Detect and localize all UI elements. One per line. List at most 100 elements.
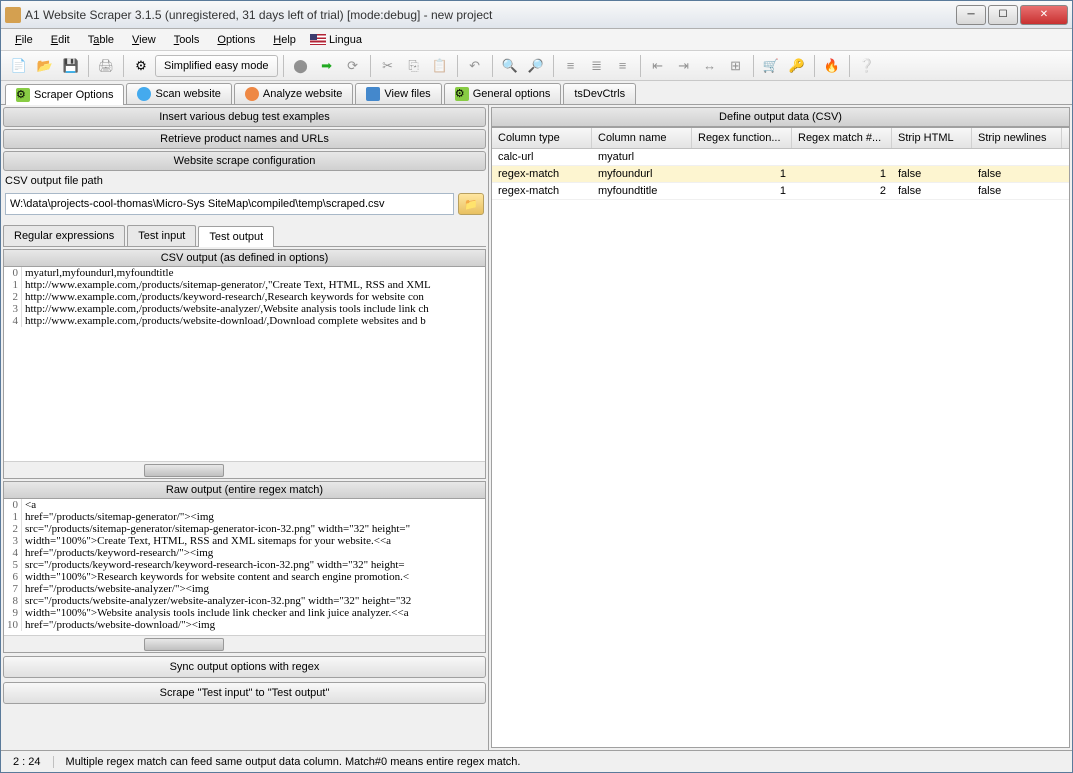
- flag-icon: [310, 34, 326, 45]
- copy-icon[interactable]: ⎘: [402, 54, 426, 78]
- list-item[interactable]: 0<a: [4, 499, 485, 511]
- app-window: A1 Website Scraper 3.1.5 (unregistered, …: [0, 0, 1073, 773]
- minimize-button[interactable]: ─: [956, 5, 986, 25]
- menu-file[interactable]: File: [7, 32, 41, 48]
- tab-view-files[interactable]: View files: [355, 83, 441, 104]
- simplified-mode-button[interactable]: Simplified easy mode: [155, 55, 278, 77]
- list-item[interactable]: 10href="/products/website-download/"><im…: [4, 619, 485, 631]
- list-item[interactable]: 1http://www.example.com,/products/sitema…: [4, 279, 485, 291]
- toolbar-main: 📄 📂 💾 🖨 ⚙ Simplified easy mode ⬤ ➡ ⟳ ✂ ⎘…: [1, 51, 1072, 81]
- tab-general-options[interactable]: ⚙General options: [444, 83, 562, 104]
- tab-scraper-options[interactable]: ⚙Scraper Options: [5, 84, 124, 105]
- cell-strip: [892, 149, 972, 165]
- table-row[interactable]: regex-matchmyfoundtitle12falsefalse: [492, 183, 1069, 200]
- tab-scan-website[interactable]: Scan website: [126, 83, 231, 104]
- cell-newl: false: [972, 166, 1062, 182]
- right-pane: Define output data (CSV) Column type Col…: [489, 105, 1072, 750]
- csv-output-list[interactable]: 0myaturl,myfoundurl,myfoundtitle1http://…: [4, 267, 485, 461]
- indent-icon[interactable]: ⇤: [646, 54, 670, 78]
- undo-icon[interactable]: ↶: [463, 54, 487, 78]
- menu-tools[interactable]: Tools: [166, 32, 208, 48]
- raw-output-list[interactable]: 0<a1href="/products/sitemap-generator/">…: [4, 499, 485, 635]
- menu-table[interactable]: Table: [80, 32, 122, 48]
- cell-name: myfoundtitle: [592, 183, 692, 199]
- list-item[interactable]: 1href="/products/sitemap-generator/"><im…: [4, 511, 485, 523]
- key-icon[interactable]: 🔑: [785, 54, 809, 78]
- record-icon[interactable]: ⬤: [289, 54, 313, 78]
- height-icon[interactable]: ⊞: [724, 54, 748, 78]
- list-item[interactable]: 3width="100%">Create Text, HTML, RSS and…: [4, 535, 485, 547]
- col-name[interactable]: Column name: [592, 128, 692, 148]
- line-text: http://www.example.com,/products/website…: [22, 315, 429, 327]
- menu-help[interactable]: Help: [265, 32, 304, 48]
- grid-body[interactable]: calc-urlmyaturlregex-matchmyfoundurl11fa…: [492, 149, 1069, 747]
- refresh-icon[interactable]: ⟳: [341, 54, 365, 78]
- menu-options[interactable]: Options: [209, 32, 263, 48]
- col-type[interactable]: Column type: [492, 128, 592, 148]
- col-regex-fn[interactable]: Regex function...: [692, 128, 792, 148]
- scroll-thumb[interactable]: [144, 464, 224, 477]
- table-row[interactable]: calc-urlmyaturl: [492, 149, 1069, 166]
- cut-icon[interactable]: ✂: [376, 54, 400, 78]
- main-area: Insert various debug test examples Retri…: [1, 105, 1072, 750]
- subtab-test-input[interactable]: Test input: [127, 225, 196, 246]
- statusbar: 2 : 24 Multiple regex match can feed sam…: [1, 750, 1072, 772]
- list-item[interactable]: 9width="100%">Website analysis tools inc…: [4, 607, 485, 619]
- width-icon[interactable]: ↔: [698, 54, 722, 78]
- subtab-regex[interactable]: Regular expressions: [3, 225, 125, 246]
- col-strip-html[interactable]: Strip HTML: [892, 128, 972, 148]
- help-icon[interactable]: ❔: [855, 54, 879, 78]
- align-icon[interactable]: ≡: [559, 54, 583, 78]
- col-strip-newlines[interactable]: Strip newlines: [972, 128, 1062, 148]
- list-item[interactable]: 0myaturl,myfoundurl,myfoundtitle: [4, 267, 485, 279]
- cell-match: 1: [792, 166, 892, 182]
- menu-view[interactable]: View: [124, 32, 164, 48]
- print-icon[interactable]: 🖨: [94, 54, 118, 78]
- menu-edit[interactable]: Edit: [43, 32, 78, 48]
- save-icon[interactable]: 💾: [59, 54, 83, 78]
- line-number: 1: [4, 511, 22, 523]
- csv-hscrollbar[interactable]: [4, 461, 485, 478]
- cell-type: regex-match: [492, 183, 592, 199]
- col-regex-match[interactable]: Regex match #...: [792, 128, 892, 148]
- outdent-icon[interactable]: ⇥: [672, 54, 696, 78]
- raw-hscrollbar[interactable]: [4, 635, 485, 652]
- scrape-test-button[interactable]: Scrape "Test input" to "Test output": [3, 682, 486, 704]
- list-item[interactable]: 7href="/products/website-analyzer/"><img: [4, 583, 485, 595]
- paste-icon[interactable]: 📋: [428, 54, 452, 78]
- close-button[interactable]: ✕: [1020, 5, 1068, 25]
- list-item[interactable]: 2src="/products/sitemap-generator/sitema…: [4, 523, 485, 535]
- scroll-thumb[interactable]: [144, 638, 224, 651]
- find-replace-icon[interactable]: 🔎: [524, 54, 548, 78]
- list-item[interactable]: 5src="/products/keyword-research/keyword…: [4, 559, 485, 571]
- align3-icon[interactable]: ≡: [611, 54, 635, 78]
- list-item[interactable]: 4http://www.example.com,/products/websit…: [4, 315, 485, 327]
- fire-icon[interactable]: 🔥: [820, 54, 844, 78]
- cart-icon[interactable]: 🛒: [759, 54, 783, 78]
- open-icon[interactable]: 📂: [33, 54, 57, 78]
- play-icon[interactable]: ➡: [315, 54, 339, 78]
- list-item[interactable]: 2http://www.example.com,/products/keywor…: [4, 291, 485, 303]
- tab-analyze-website[interactable]: Analyze website: [234, 83, 354, 104]
- align2-icon[interactable]: ≣: [585, 54, 609, 78]
- list-item[interactable]: 4href="/products/keyword-research/"><img: [4, 547, 485, 559]
- debug-examples-bar[interactable]: Insert various debug test examples: [3, 107, 486, 127]
- csv-path-input[interactable]: [5, 193, 454, 215]
- sync-output-button[interactable]: Sync output options with regex: [3, 656, 486, 678]
- list-item[interactable]: 3http://www.example.com,/products/websit…: [4, 303, 485, 315]
- list-item[interactable]: 8src="/products/website-analyzer/website…: [4, 595, 485, 607]
- wand-icon[interactable]: ⚙: [129, 54, 153, 78]
- maximize-button[interactable]: ☐: [988, 5, 1018, 25]
- retrieve-products-bar[interactable]: Retrieve product names and URLs: [3, 129, 486, 149]
- new-icon[interactable]: 📄: [7, 54, 31, 78]
- menu-lingua[interactable]: Lingua: [310, 34, 362, 46]
- status-position: 2 : 24: [1, 756, 54, 768]
- tab-tsdevctrls[interactable]: tsDevCtrls: [563, 83, 636, 104]
- csv-output-box: CSV output (as defined in options) 0myat…: [3, 249, 486, 479]
- subtab-test-output[interactable]: Test output: [198, 226, 274, 247]
- browse-folder-button[interactable]: 📁: [458, 193, 484, 215]
- list-item[interactable]: 6width="100%">Research keywords for webs…: [4, 571, 485, 583]
- scrape-config-bar[interactable]: Website scrape configuration: [3, 151, 486, 171]
- table-row[interactable]: regex-matchmyfoundurl11falsefalse: [492, 166, 1069, 183]
- find-icon[interactable]: 🔍: [498, 54, 522, 78]
